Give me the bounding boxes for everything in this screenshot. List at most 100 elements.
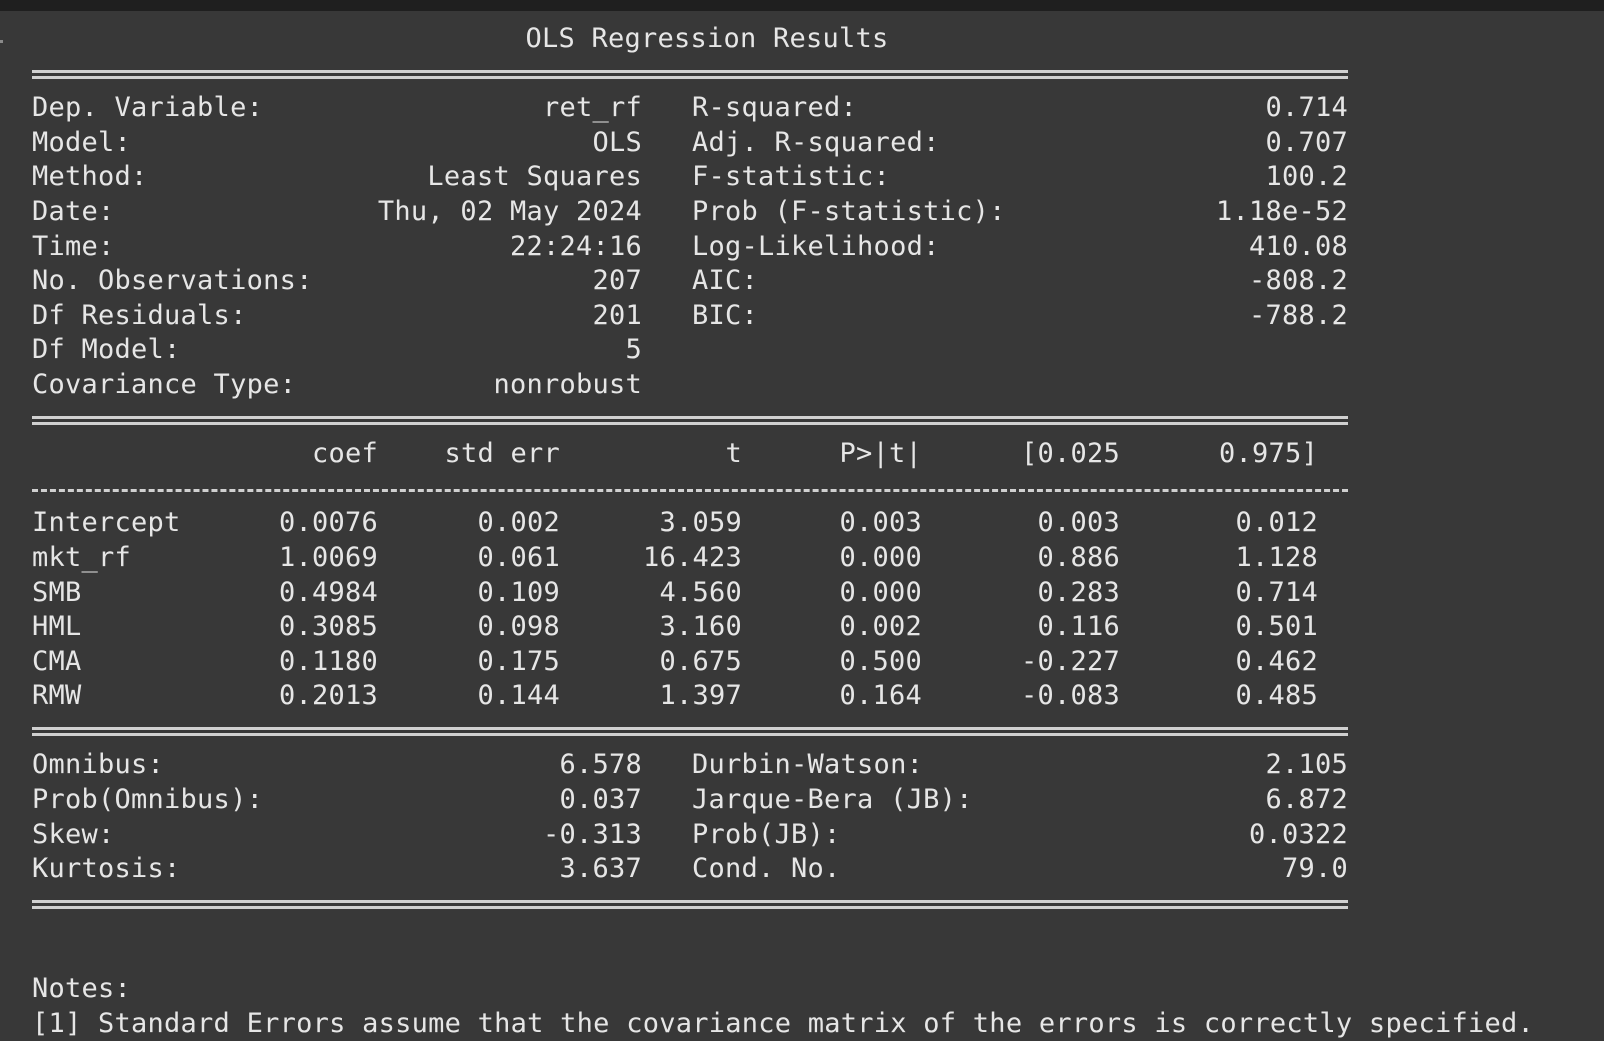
coef-row: RMW 0.2013 0.144 1.397 0.164 -0.083 0.48… xyxy=(32,679,1534,714)
diag-label: Jarque-Bera (JB): xyxy=(692,784,973,816)
p-value: 0.164 xyxy=(839,680,922,712)
diag-row: Skew: -0.313 Prob(JB): 0.0322 xyxy=(32,818,1534,853)
coef-value: 0.3085 xyxy=(278,611,378,643)
notes-heading-line: Notes: xyxy=(32,972,1534,1007)
stat-label: Prob (F-statistic): xyxy=(692,195,1006,227)
coef-table-header: coef std err t P>|t| [0.025 0.975] xyxy=(32,437,1534,472)
coef-value: 0.4984 xyxy=(278,576,378,608)
diag-value: 0.037 xyxy=(559,784,642,816)
stat-label xyxy=(692,368,1022,403)
stat-value: 1.18e-52 xyxy=(1215,195,1348,227)
stat-label: F-statistic: xyxy=(692,161,891,193)
ci-upper-value: 0.485 xyxy=(1235,680,1318,712)
t-value: 1.397 xyxy=(659,680,742,712)
ci-upper-value: 0.012 xyxy=(1235,507,1318,539)
t-value: 0.675 xyxy=(659,645,742,677)
coef-row: HML 0.3085 0.098 3.160 0.002 0.116 0.501 xyxy=(32,610,1534,645)
diag-value: 2.105 xyxy=(1265,749,1348,781)
term-name: CMA xyxy=(32,645,82,677)
p-value: 0.500 xyxy=(839,645,922,677)
stat-label: Adj. R-squared: xyxy=(692,126,940,158)
stat-value: -808.2 xyxy=(1248,265,1348,297)
info-label: Method: xyxy=(32,161,148,193)
term-name: Intercept xyxy=(32,507,181,539)
coef-value: 0.2013 xyxy=(278,680,378,712)
info-row: Df Model: 5 xyxy=(32,333,1534,368)
std-err-value: 0.144 xyxy=(477,680,560,712)
info-row: Dep. Variable: ret_rf R-squared: 0.714 xyxy=(32,91,1534,126)
stat-value: 0.714 xyxy=(1265,92,1348,124)
diag-value: 3.637 xyxy=(559,853,642,885)
double-rule xyxy=(32,899,1348,909)
stat-label: BIC: xyxy=(692,299,759,331)
p-value: 0.000 xyxy=(839,541,922,573)
term-name: SMB xyxy=(32,576,82,608)
diag-label: Cond. No. xyxy=(692,853,841,885)
info-value: 201 xyxy=(592,299,642,331)
header-t: t xyxy=(725,438,742,470)
info-label: Model: xyxy=(32,126,132,158)
info-label: Dep. Variable: xyxy=(32,92,264,124)
coef-value: 1.0069 xyxy=(278,541,378,573)
info-row: Date: Thu, 02 May 2024 Prob (F-statistic… xyxy=(32,195,1534,230)
info-value: Thu, 02 May 2024 xyxy=(377,195,642,227)
std-err-value: 0.002 xyxy=(477,507,560,539)
stat-value xyxy=(1022,333,1348,368)
stat-value: 100.2 xyxy=(1265,161,1348,193)
double-rule xyxy=(32,726,1348,736)
rule-line xyxy=(32,57,1534,92)
p-value: 0.003 xyxy=(839,507,922,539)
diag-label: Prob(JB): xyxy=(692,818,841,850)
coef-row: CMA 0.1180 0.175 0.675 0.500 -0.227 0.46… xyxy=(32,645,1534,680)
diag-value: 6.578 xyxy=(559,749,642,781)
info-label: Df Residuals: xyxy=(32,299,247,331)
info-row: No. Observations: 207 AIC: -808.2 xyxy=(32,264,1534,299)
term-name: mkt_rf xyxy=(32,541,132,573)
stat-value: -788.2 xyxy=(1248,299,1348,331)
double-rule xyxy=(32,69,1348,79)
coef-value: 0.1180 xyxy=(278,645,378,677)
p-value: 0.000 xyxy=(839,576,922,608)
stat-label: Log-Likelihood: xyxy=(692,230,940,262)
info-row: Df Residuals: 201 BIC: -788.2 xyxy=(32,299,1534,334)
t-value: 3.059 xyxy=(659,507,742,539)
diag-value: -0.313 xyxy=(542,818,642,850)
info-label: Df Model: xyxy=(32,334,181,366)
info-value: ret_rf xyxy=(542,92,642,124)
diag-row: Omnibus: 6.578 Durbin-Watson: 2.105 xyxy=(32,748,1534,783)
notes-heading: Notes: xyxy=(32,973,132,1005)
rule-line xyxy=(32,887,1534,922)
info-row: Model: OLS Adj. R-squared: 0.707 xyxy=(32,126,1534,161)
info-row: Method: Least Squares F-statistic: 100.2 xyxy=(32,160,1534,195)
notes-item: [1] Standard Errors assume that the cova… xyxy=(32,1007,1534,1039)
double-rule xyxy=(32,415,1348,425)
info-value: OLS xyxy=(592,126,642,158)
rule-line xyxy=(32,403,1534,438)
std-err-value: 0.109 xyxy=(477,576,560,608)
t-value: 4.560 xyxy=(659,576,742,608)
summary-title: OLS Regression Results xyxy=(525,23,889,54)
info-value: 5 xyxy=(625,334,642,366)
ci-lower-value: -0.227 xyxy=(1020,645,1120,677)
stat-label xyxy=(692,333,1022,368)
header-std-err: std err xyxy=(444,438,560,470)
header-ci-upper: 0.975] xyxy=(1218,438,1318,470)
header-ci-lower: [0.025 xyxy=(1020,438,1120,470)
info-value: nonrobust xyxy=(493,368,642,400)
diag-value: 79.0 xyxy=(1281,853,1348,885)
stat-value: 0.707 xyxy=(1265,126,1348,158)
info-row: Covariance Type: nonrobust xyxy=(32,368,1534,403)
diag-label: Prob(Omnibus): xyxy=(32,784,264,816)
info-value: 207 xyxy=(592,265,642,297)
info-label: Time: xyxy=(32,230,115,262)
t-value: 16.423 xyxy=(642,541,742,573)
rule-line xyxy=(32,714,1534,749)
regression-output: OLS Regression Results Dep. Variable: re… xyxy=(32,22,1534,1041)
diag-label: Kurtosis: xyxy=(32,853,181,885)
diag-value: 6.872 xyxy=(1265,784,1348,816)
coef-value: 0.0076 xyxy=(278,507,378,539)
diag-label: Omnibus: xyxy=(32,749,165,781)
ci-upper-value: 0.714 xyxy=(1235,576,1318,608)
ci-lower-value: 0.283 xyxy=(1037,576,1120,608)
coef-row: Intercept 0.0076 0.002 3.059 0.003 0.003… xyxy=(32,506,1534,541)
